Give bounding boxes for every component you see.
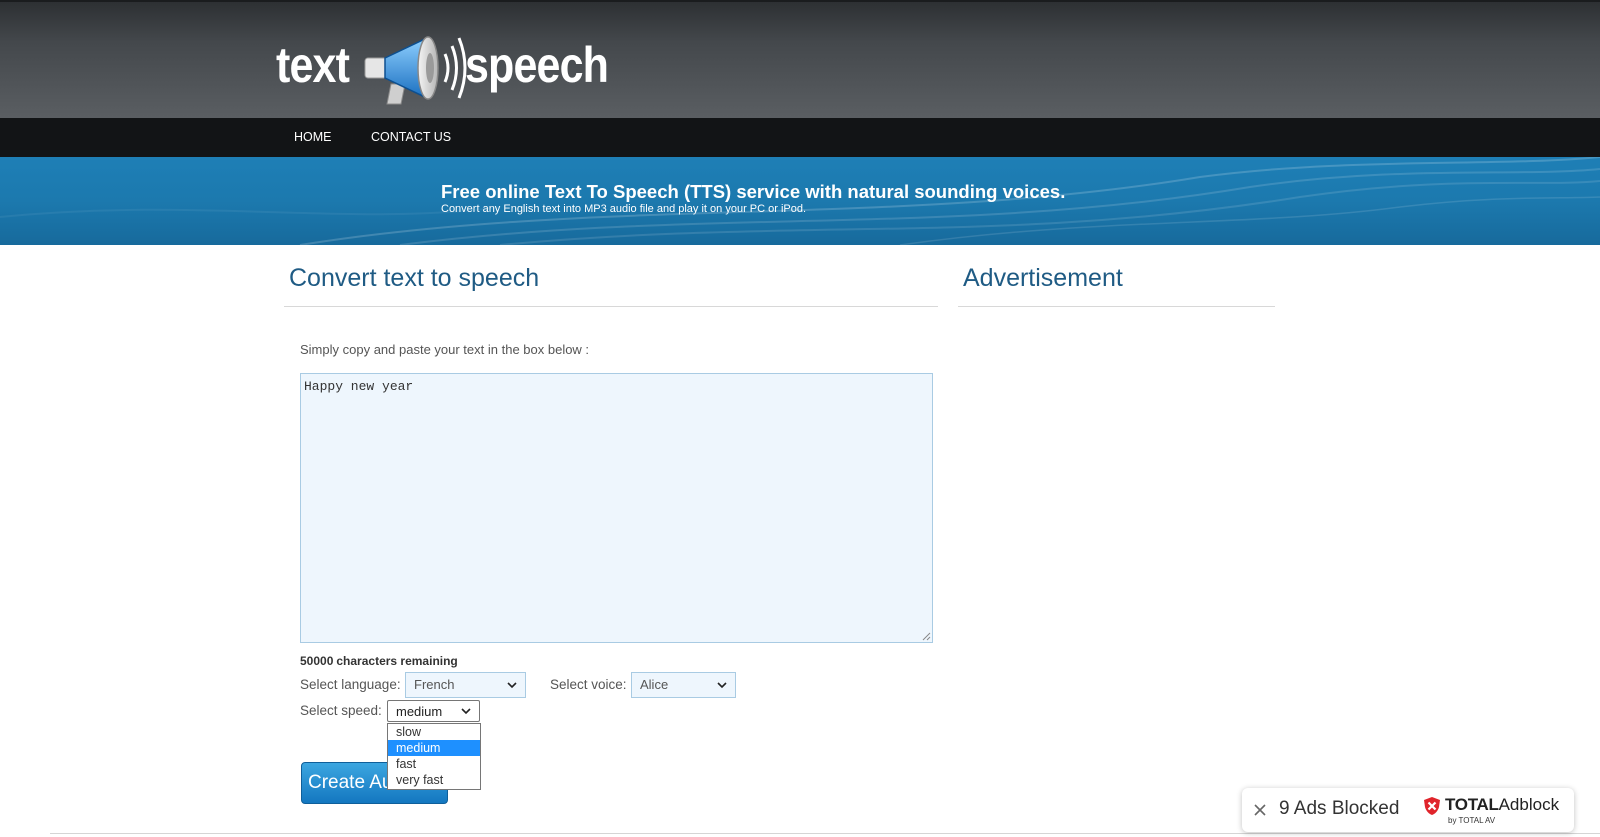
logo-word-text: text (276, 37, 350, 93)
chevron-down-icon (507, 682, 517, 689)
voice-select-value: Alice (640, 677, 669, 692)
advertisement-divider (958, 306, 1275, 307)
total-adblock-brand[interactable]: TOTALAdblock by TOTAL AV (1422, 794, 1567, 828)
page-title: Convert text to speech (289, 264, 540, 292)
banner-subtitle: Convert any English text into MP3 audio … (441, 203, 807, 215)
page-bottom-divider (50, 833, 1600, 834)
chevron-down-icon (717, 682, 727, 689)
language-label: Select language: (300, 677, 401, 692)
speed-label: Select speed: (300, 703, 382, 718)
text-input-value: Happy new year (304, 379, 414, 394)
speed-dropdown-list: slow medium fast very fast (387, 723, 481, 790)
brand-name: TOTALAdblock (1445, 795, 1560, 814)
chevron-down-icon (461, 708, 471, 715)
speed-option-very-fast[interactable]: very fast (388, 772, 480, 788)
speed-option-fast[interactable]: fast (388, 756, 480, 772)
site-header: text speech (0, 0, 1600, 118)
ads-blocked-count: 9 Ads Blocked (1279, 798, 1400, 819)
close-icon[interactable] (1252, 802, 1268, 818)
site-logo[interactable]: text speech (276, 20, 631, 110)
characters-remaining: 50000 characters remaining (300, 654, 458, 668)
remaining-label: characters remaining (336, 654, 458, 668)
logo-word-speech: speech (464, 37, 609, 93)
language-select[interactable]: French (405, 672, 526, 698)
advertisement-title: Advertisement (963, 264, 1123, 292)
shield-icon (1424, 797, 1440, 815)
nav-item-home[interactable]: HOME (294, 118, 332, 157)
voice-select[interactable]: Alice (631, 672, 736, 698)
banner-title: Free online Text To Speech (TTS) service… (441, 181, 1066, 202)
main-nav: HOME CONTACT US (0, 118, 1600, 157)
language-select-value: French (414, 677, 455, 692)
speed-select[interactable]: medium (387, 700, 480, 722)
title-divider (284, 306, 938, 307)
resize-grip-icon[interactable] (922, 632, 931, 641)
text-input-area[interactable]: Happy new year (300, 373, 933, 643)
megaphone-icon (364, 36, 467, 105)
speed-option-slow[interactable]: slow (388, 724, 480, 740)
voice-label: Select voice: (550, 677, 627, 692)
nav-item-contact-us[interactable]: CONTACT US (371, 118, 451, 157)
instruction-text: Simply copy and paste your text in the b… (300, 342, 590, 357)
remaining-count: 50000 (300, 654, 334, 668)
adblock-notification: 9 Ads Blocked TOTALAdblock by TOTAL AV (1242, 788, 1574, 832)
hero-banner: Free online Text To Speech (TTS) service… (0, 157, 1600, 245)
speed-select-value: medium (396, 704, 443, 719)
speed-option-medium[interactable]: medium (388, 740, 480, 756)
brand-subtitle: by TOTAL AV (1448, 816, 1496, 825)
